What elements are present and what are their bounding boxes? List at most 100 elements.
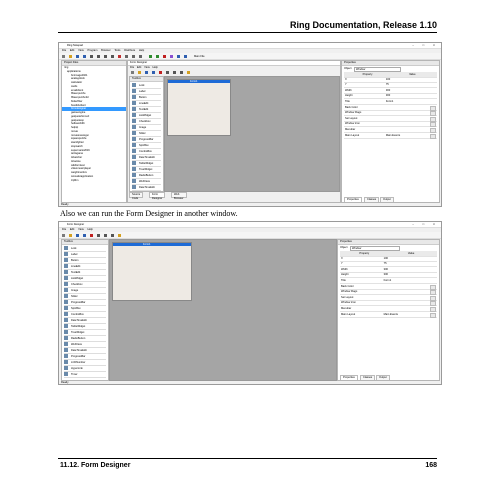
save-icon[interactable]	[76, 233, 79, 237]
tool-icon	[132, 95, 136, 99]
status-text: Ready	[61, 203, 69, 206]
open-folder-icon[interactable]	[69, 233, 72, 237]
tool-icon	[64, 264, 68, 268]
designer-subwindow-title: Form Designer	[130, 61, 148, 65]
menu-item[interactable]: File	[62, 228, 66, 231]
paste-icon[interactable]	[180, 70, 183, 74]
property-name: Window Icon	[341, 301, 356, 305]
design-canvas[interactable]: Form1	[109, 239, 337, 381]
run-gui-icon[interactable]	[156, 54, 159, 58]
property-name: Window Flags	[345, 111, 362, 115]
form-preview[interactable]: Form1	[112, 242, 192, 301]
tool-label: HyperLink	[71, 366, 83, 370]
new-file-icon[interactable]	[131, 70, 134, 74]
object-select-value: Window	[356, 67, 366, 71]
form-title: Form1	[143, 243, 151, 246]
tab-form-designer[interactable]: Form Designer	[149, 192, 166, 200]
tool-icon	[132, 155, 136, 159]
property-value: 300	[383, 267, 388, 271]
menu-item[interactable]: Edit	[70, 49, 74, 52]
tool-label: ListWidget	[139, 113, 152, 117]
object-select-value: Window	[352, 246, 362, 250]
open-folder-icon[interactable]	[69, 54, 72, 58]
menu-item[interactable]: Edit	[70, 228, 74, 231]
copy-icon[interactable]	[104, 54, 107, 58]
design-canvas[interactable]: Form1	[164, 76, 340, 192]
header-rule	[58, 32, 437, 33]
property-row[interactable]: Main Layout Main Events	[340, 312, 437, 318]
form-preview[interactable]: Form1	[167, 79, 231, 136]
menu-item[interactable]: Help	[139, 49, 144, 52]
menu-item[interactable]: Distribute	[124, 49, 135, 52]
tool-label: TableWidget	[139, 161, 154, 165]
tool-icon	[64, 360, 68, 364]
save-icon[interactable]	[76, 54, 79, 58]
property-name: Window Flags	[341, 290, 358, 294]
stop-icon[interactable]	[163, 54, 166, 58]
form-titlebar[interactable]	[168, 80, 230, 83]
save-as-icon[interactable]	[83, 54, 86, 58]
properties-panel: Properties Object Window Property Value …	[341, 60, 440, 203]
property-name: Y	[341, 262, 343, 266]
align-icon[interactable]	[187, 70, 190, 74]
tool-icon	[64, 372, 68, 376]
menu-item[interactable]: Help	[87, 228, 92, 231]
status-bar: Ready	[59, 203, 441, 206]
tab-source-code[interactable]: Source Code	[129, 192, 144, 200]
save-as-icon[interactable]	[83, 233, 86, 237]
tab-web-browser[interactable]: Web Browser	[171, 192, 187, 200]
tool-label: TextEdit	[71, 270, 81, 274]
window-controls[interactable]: – □ ✕	[412, 223, 439, 226]
property-edit-button[interactable]	[430, 133, 436, 139]
caption-text: Also we can run the Form Designer in ano…	[60, 209, 238, 218]
help-icon[interactable]	[184, 54, 187, 58]
tool-label: ProgressBar	[71, 300, 86, 304]
debug-icon[interactable]	[170, 54, 173, 58]
menu-item[interactable]: View	[78, 228, 84, 231]
menu-item[interactable]: Program	[87, 49, 97, 52]
undo-icon[interactable]	[166, 70, 169, 74]
tool-label: WebView	[71, 342, 82, 346]
save-as-icon[interactable]	[152, 70, 155, 74]
ring-notepad-window: Ring Notepad – □ ✕ File Edit View Progra…	[58, 42, 442, 207]
form-titlebar[interactable]	[113, 243, 191, 246]
window-controls[interactable]: – □ ✕	[412, 44, 439, 47]
find-icon[interactable]	[118, 54, 121, 58]
menu-item[interactable]: Browser	[101, 49, 111, 52]
undo-icon[interactable]	[90, 54, 93, 58]
font-icon[interactable]	[132, 54, 135, 58]
new-file-icon[interactable]	[62, 233, 65, 237]
close-icon[interactable]	[90, 233, 93, 237]
copy-icon[interactable]	[104, 233, 107, 237]
footer-rule	[58, 458, 437, 459]
property-name: Back Color	[341, 284, 354, 288]
run-icon[interactable]	[149, 54, 152, 58]
cut-icon[interactable]	[97, 54, 100, 58]
copy-icon[interactable]	[173, 70, 176, 74]
open-folder-icon[interactable]	[138, 70, 141, 74]
browser-icon[interactable]	[177, 54, 180, 58]
save-icon[interactable]	[145, 70, 148, 74]
tool-label: Image	[139, 125, 147, 129]
property-value: 300	[383, 273, 388, 277]
align-icon[interactable]	[118, 233, 121, 237]
property-edit-button[interactable]	[430, 312, 436, 318]
property-row[interactable]: Main Layout Main Events	[344, 133, 437, 139]
new-file-icon[interactable]	[62, 54, 65, 58]
tool-label: Label	[71, 252, 78, 256]
menu-item[interactable]: File	[62, 49, 66, 52]
print-icon[interactable]	[125, 54, 128, 58]
object-label: Object	[340, 246, 348, 249]
toolbox-item[interactable]: Timer	[64, 371, 106, 378]
undo-icon[interactable]	[97, 233, 100, 237]
paste-icon[interactable]	[111, 233, 114, 237]
menu-item[interactable]: Tools	[114, 49, 120, 52]
tool-label: LineEdit	[71, 264, 81, 268]
close-icon[interactable]	[159, 70, 162, 74]
property-name: Height	[341, 273, 349, 277]
color-icon[interactable]	[139, 54, 142, 58]
paste-icon[interactable]	[111, 54, 114, 58]
property-value: Main Events	[383, 312, 398, 316]
menu-item[interactable]: View	[78, 49, 84, 52]
tree-item[interactable]: zipfilm	[62, 179, 126, 183]
